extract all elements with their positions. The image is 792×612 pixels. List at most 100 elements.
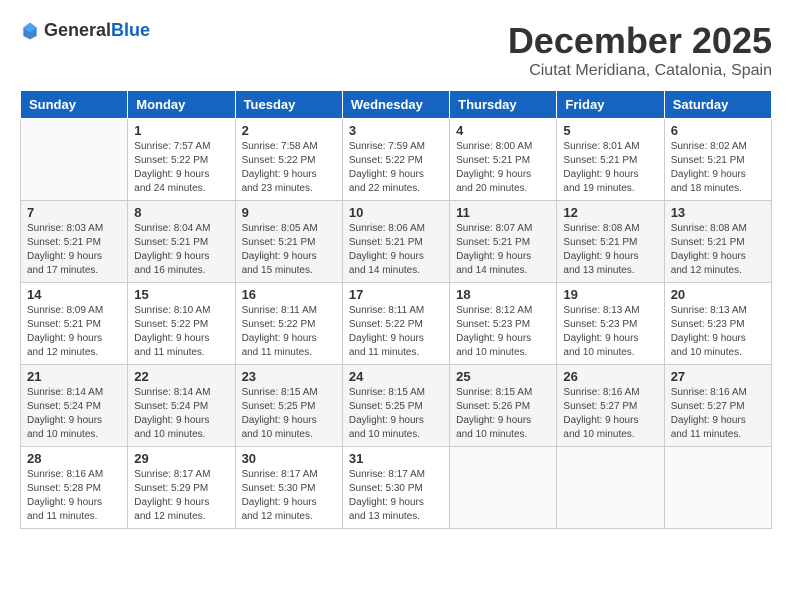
cell-info: Sunrise: 8:13 AMSunset: 5:23 PMDaylight:… (671, 304, 765, 360)
logo-text-blue: Blue (111, 20, 150, 40)
calendar-cell: 8 Sunrise: 8:04 AMSunset: 5:21 PMDaylight… (128, 201, 235, 283)
cell-info: Sunrise: 8:13 AMSunset: 5:23 PMDaylight:… (563, 304, 657, 360)
cell-info: Sunrise: 8:11 AMSunset: 5:22 PMDaylight:… (349, 304, 443, 360)
day-number: 25 (456, 369, 550, 384)
calendar-cell: 14Sunrise: 8:09 AMSunset: 5:21 PMDayligh… (21, 283, 128, 365)
weekday-header-sunday: Sunday (21, 91, 128, 119)
calendar-cell: 2Sunrise: 7:58 AMSunset: 5:22 PMDaylight… (235, 119, 342, 201)
day-number: 20 (671, 287, 765, 302)
cell-info: Sunrise: 8:16 AMSunset: 5:28 PMDaylight:… (27, 468, 121, 524)
day-number: 23 (242, 369, 336, 384)
weekday-header-wednesday: Wednesday (342, 91, 449, 119)
calendar-cell: 7Sunrise: 8:03 AMSunset: 5:21 PMDaylight… (21, 201, 128, 283)
cell-info: Sunrise: 8:12 AMSunset: 5:23 PMDaylight:… (456, 304, 550, 360)
cell-info: Sunrise: 8:17 AMSunset: 5:30 PMDaylight:… (242, 468, 336, 524)
calendar-cell: 22 Sunrise: 8:14 AMSunset: 5:24 PMDayligh… (128, 365, 235, 447)
cell-info: Sunrise: 8:07 AMSunset: 5:21 PMDaylight:… (456, 222, 550, 278)
calendar-cell (450, 447, 557, 529)
calendar-cell (557, 447, 664, 529)
weekday-header-saturday: Saturday (664, 91, 771, 119)
month-title: December 2025 (508, 20, 772, 62)
calendar-cell: 31Sunrise: 8:17 AMSunset: 5:30 PMDayligh… (342, 447, 449, 529)
cell-info: Sunrise: 8:04 AMSunset: 5:21 PMDaylight:… (134, 222, 228, 278)
calendar-cell: 29 Sunrise: 8:17 AMSunset: 5:29 PMDayligh… (128, 447, 235, 529)
day-number: 14 (27, 287, 121, 302)
calendar-cell: 20 Sunrise: 8:13 AMSunset: 5:23 PMDayligh… (664, 283, 771, 365)
cell-info: Sunrise: 8:11 AMSunset: 5:22 PMDaylight:… (242, 304, 336, 360)
cell-info: Sunrise: 8:14 AMSunset: 5:24 PMDaylight:… (27, 386, 121, 442)
cell-info: Sunrise: 8:15 AMSunset: 5:26 PMDaylight:… (456, 386, 550, 442)
calendar-cell: 6Sunrise: 8:02 AMSunset: 5:21 PMDaylight… (664, 119, 771, 201)
calendar-week-row: 21 Sunrise: 8:14 AMSunset: 5:24 PMDayligh… (21, 365, 772, 447)
cell-info: Sunrise: 8:00 AMSunset: 5:21 PMDaylight:… (456, 140, 550, 196)
day-number: 15 (134, 287, 228, 302)
logo: GeneralBlue (20, 20, 150, 41)
calendar-cell: 15 Sunrise: 8:10 AMSunset: 5:22 PMDayligh… (128, 283, 235, 365)
day-number: 6 (671, 123, 765, 138)
day-number: 24 (349, 369, 443, 384)
day-number: 30 (242, 451, 336, 466)
day-number: 17 (349, 287, 443, 302)
day-number: 2 (242, 123, 336, 138)
cell-info: Sunrise: 8:17 AMSunset: 5:29 PMDaylight:… (134, 468, 228, 524)
calendar-cell: 21 Sunrise: 8:14 AMSunset: 5:24 PMDayligh… (21, 365, 128, 447)
cell-info: Sunrise: 8:15 AMSunset: 5:25 PMDaylight:… (349, 386, 443, 442)
day-number: 5 (563, 123, 657, 138)
day-number: 26 (563, 369, 657, 384)
day-number: 11 (456, 205, 550, 220)
calendar-cell: 1 Sunrise: 7:57 AMSunset: 5:22 PMDaylight… (128, 119, 235, 201)
day-number: 4 (456, 123, 550, 138)
cell-info: Sunrise: 8:16 AMSunset: 5:27 PMDaylight:… (671, 386, 765, 442)
day-number: 9 (242, 205, 336, 220)
day-number: 10 (349, 205, 443, 220)
cell-info: Sunrise: 8:14 AMSunset: 5:24 PMDaylight:… (134, 386, 228, 442)
logo-text-general: General (44, 20, 111, 40)
day-number: 29 (134, 451, 228, 466)
calendar-table: SundayMondayTuesdayWednesdayThursdayFrid… (20, 90, 772, 529)
calendar-cell: 26Sunrise: 8:16 AMSunset: 5:27 PMDayligh… (557, 365, 664, 447)
header: GeneralBlue December 2025 Ciutat Meridia… (20, 20, 772, 80)
cell-info: Sunrise: 8:01 AMSunset: 5:21 PMDaylight:… (563, 140, 657, 196)
day-number: 8 (134, 205, 228, 220)
weekday-header-monday: Monday (128, 91, 235, 119)
weekday-header-row: SundayMondayTuesdayWednesdayThursdayFrid… (21, 91, 772, 119)
weekday-header-tuesday: Tuesday (235, 91, 342, 119)
calendar-week-row: 1 Sunrise: 7:57 AMSunset: 5:22 PMDaylight… (21, 119, 772, 201)
cell-info: Sunrise: 8:17 AMSunset: 5:30 PMDaylight:… (349, 468, 443, 524)
cell-info: Sunrise: 8:10 AMSunset: 5:22 PMDaylight:… (134, 304, 228, 360)
weekday-header-thursday: Thursday (450, 91, 557, 119)
day-number: 16 (242, 287, 336, 302)
calendar-cell (664, 447, 771, 529)
day-number: 28 (27, 451, 121, 466)
day-number: 1 (134, 123, 228, 138)
calendar-cell: 28 Sunrise: 8:16 AMSunset: 5:28 PMDayligh… (21, 447, 128, 529)
cell-info: Sunrise: 7:57 AMSunset: 5:22 PMDaylight:… (134, 140, 228, 196)
day-number: 3 (349, 123, 443, 138)
cell-info: Sunrise: 8:08 AMSunset: 5:21 PMDaylight:… (563, 222, 657, 278)
calendar-week-row: 28 Sunrise: 8:16 AMSunset: 5:28 PMDayligh… (21, 447, 772, 529)
calendar-cell: 30 Sunrise: 8:17 AMSunset: 5:30 PMDayligh… (235, 447, 342, 529)
calendar-cell: 4 Sunrise: 8:00 AMSunset: 5:21 PMDaylight… (450, 119, 557, 201)
calendar-cell: 24 Sunrise: 8:15 AMSunset: 5:25 PMDayligh… (342, 365, 449, 447)
calendar-cell: 10 Sunrise: 8:06 AMSunset: 5:21 PMDayligh… (342, 201, 449, 283)
calendar-week-row: 7Sunrise: 8:03 AMSunset: 5:21 PMDaylight… (21, 201, 772, 283)
calendar-cell: 13 Sunrise: 8:08 AMSunset: 5:21 PMDayligh… (664, 201, 771, 283)
day-number: 21 (27, 369, 121, 384)
calendar-cell: 11 Sunrise: 8:07 AMSunset: 5:21 PMDayligh… (450, 201, 557, 283)
weekday-header-friday: Friday (557, 91, 664, 119)
day-number: 12 (563, 205, 657, 220)
day-number: 13 (671, 205, 765, 220)
cell-info: Sunrise: 8:08 AMSunset: 5:21 PMDaylight:… (671, 222, 765, 278)
calendar-cell: 5 Sunrise: 8:01 AMSunset: 5:21 PMDaylight… (557, 119, 664, 201)
title-area: December 2025 Ciutat Meridiana, Cataloni… (508, 20, 772, 80)
calendar-cell: 23Sunrise: 8:15 AMSunset: 5:25 PMDayligh… (235, 365, 342, 447)
calendar-cell: 16 Sunrise: 8:11 AMSunset: 5:22 PMDayligh… (235, 283, 342, 365)
day-number: 22 (134, 369, 228, 384)
calendar-cell: 27 Sunrise: 8:16 AMSunset: 5:27 PMDayligh… (664, 365, 771, 447)
day-number: 18 (456, 287, 550, 302)
calendar-cell: 17 Sunrise: 8:11 AMSunset: 5:22 PMDayligh… (342, 283, 449, 365)
day-number: 19 (563, 287, 657, 302)
cell-info: Sunrise: 8:06 AMSunset: 5:21 PMDaylight:… (349, 222, 443, 278)
calendar-cell: 3Sunrise: 7:59 AMSunset: 5:22 PMDaylight… (342, 119, 449, 201)
day-number: 27 (671, 369, 765, 384)
